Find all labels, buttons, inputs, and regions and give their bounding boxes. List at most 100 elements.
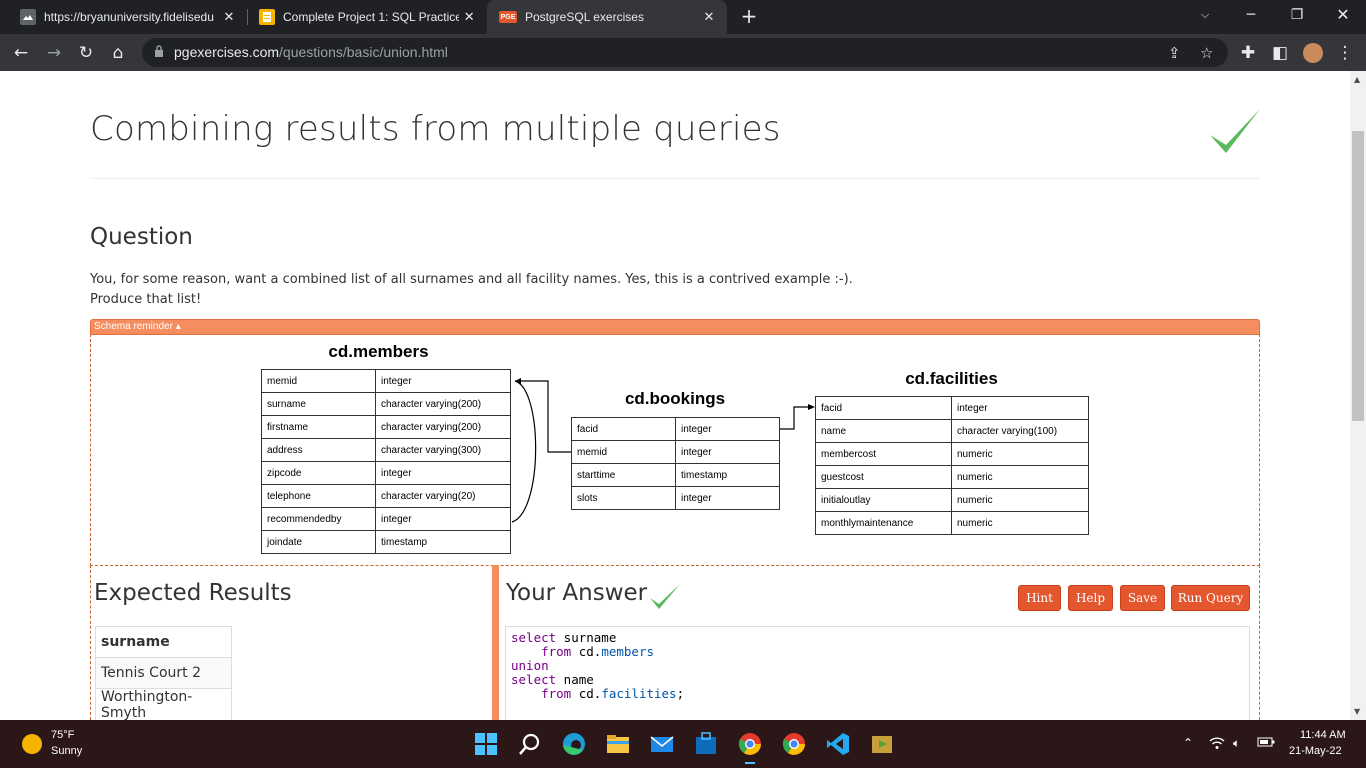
file-explorer-icon[interactable] <box>605 731 631 757</box>
chrome-icon[interactable] <box>781 731 807 757</box>
tab-title: https://bryanuniversity.fidelisedu <box>44 10 214 24</box>
vscode-icon[interactable] <box>825 731 851 757</box>
back-icon[interactable]: ← <box>8 40 34 66</box>
hint-button[interactable]: Hint <box>1018 585 1061 611</box>
code-token: facilities <box>601 686 677 701</box>
document-icon <box>259 9 275 25</box>
panel-resizer[interactable] <box>492 565 499 720</box>
relationship-lines <box>511 378 815 523</box>
code-line[interactable]: from cd.members <box>511 645 1249 659</box>
recommendedby-link <box>511 380 537 523</box>
check-icon <box>650 584 680 609</box>
sun-icon[interactable] <box>22 734 42 754</box>
help-button[interactable]: Help <box>1068 585 1113 611</box>
active-app-indicator <box>745 762 755 764</box>
reload-icon[interactable]: ↻ <box>73 40 99 66</box>
tab-search-icon[interactable]: ⌵ <box>1182 0 1228 30</box>
schema-reminder-toggle[interactable]: Schema reminder ▴ <box>90 319 1260 335</box>
taskbar <box>0 720 1366 768</box>
table-row: Worthington-Smyth <box>95 688 232 720</box>
question-text: You, for some reason, want a combined li… <box>90 270 853 310</box>
home-icon[interactable]: ⌂ <box>105 40 131 66</box>
page-viewport: Combining results from multiple queries … <box>0 71 1350 720</box>
tab-postgresql-exercises[interactable]: PGE PostgreSQL exercises ✕ <box>487 0 727 34</box>
code-token: cd. <box>571 686 602 701</box>
clock-date[interactable]: 21-May-22 <box>1289 745 1342 757</box>
code-line[interactable]: select surname <box>511 631 1249 645</box>
sql-editor[interactable]: select surname from cd.members union selec… <box>505 626 1250 720</box>
side-panel-icon[interactable]: ◧ <box>1267 40 1293 66</box>
restore-button[interactable]: ❐ <box>1274 0 1320 30</box>
chevron-up-icon[interactable]: ⌃ <box>1183 736 1193 750</box>
column-header: surname <box>95 626 232 658</box>
code-token: name <box>556 672 594 687</box>
expected-results-heading: Expected Results <box>94 580 292 606</box>
edge-icon[interactable] <box>561 731 587 757</box>
browser-toolbar: ← → ↻ ⌂ pgexercises.com/questions/basic/… <box>0 34 1366 71</box>
app-icon[interactable] <box>869 731 895 757</box>
clock-time[interactable]: 11:44 AM <box>1300 729 1346 741</box>
lock-icon[interactable] <box>154 45 164 57</box>
tab-bryanuniversity[interactable]: https://bryanuniversity.fidelisedu ✕ <box>0 0 247 34</box>
window-close-button[interactable]: ✕ <box>1320 0 1366 30</box>
code-token: surname <box>556 630 617 645</box>
search-icon[interactable] <box>517 731 543 757</box>
table-row: Tennis Court 2 <box>95 657 232 689</box>
table-cell: Worthington-Smyth <box>95 688 232 720</box>
minimize-button[interactable]: ─ <box>1228 0 1274 30</box>
extensions-icon[interactable]: ✚ <box>1235 40 1261 66</box>
wifi-icon[interactable] <box>1209 736 1225 753</box>
your-answer-heading: Your Answer <box>506 580 648 606</box>
tab-title: Complete Project 1: SQL Practice <box>283 10 460 24</box>
battery-icon[interactable] <box>1257 736 1275 751</box>
address-bar[interactable]: pgexercises.com/questions/basic/union.ht… <box>142 38 1228 67</box>
code-token: union <box>511 658 549 673</box>
close-icon[interactable]: ✕ <box>219 9 239 25</box>
run-query-button[interactable]: Run Query <box>1171 585 1250 611</box>
schema-diagram: cd.members memid integer surname character … <box>90 334 1260 566</box>
cloud-icon <box>20 9 36 25</box>
profile-avatar[interactable] <box>1300 40 1326 66</box>
weather-temperature[interactable]: 75°F <box>51 729 74 741</box>
weather-condition[interactable]: Sunny <box>51 745 82 757</box>
code-token: select <box>511 630 557 645</box>
start-icon[interactable] <box>473 731 499 757</box>
table-cell: Tennis Court 2 <box>95 657 232 689</box>
scroll-up-icon[interactable]: ▲ <box>1354 75 1360 84</box>
panel-border <box>1259 565 1260 720</box>
new-tab-button[interactable]: + <box>738 5 760 27</box>
save-button[interactable]: Save <box>1120 585 1165 611</box>
url-text[interactable]: pgexercises.com/questions/basic/union.ht… <box>174 44 448 60</box>
code-token: from <box>541 644 572 659</box>
forward-icon[interactable]: → <box>41 40 67 66</box>
question-line: You, for some reason, want a combined li… <box>90 272 853 287</box>
close-icon[interactable]: ✕ <box>459 9 479 25</box>
tab-sql-practice[interactable]: Complete Project 1: SQL Practice ✕ <box>239 0 487 34</box>
page-title: Combining results from multiple queries <box>90 109 781 149</box>
menu-icon[interactable]: ⋮ <box>1332 40 1358 66</box>
code-line[interactable]: from cd.facilities; <box>511 687 1249 701</box>
divider <box>90 178 1260 179</box>
share-icon[interactable]: ⇪ <box>1168 44 1181 62</box>
url-path: /questions/basic/union.html <box>279 44 448 60</box>
code-token: select <box>511 672 557 687</box>
page-scrollbar[interactable]: ▲ ▼ <box>1350 71 1366 720</box>
chrome-profile-icon[interactable] <box>737 731 763 757</box>
bookmark-star-icon[interactable]: ☆ <box>1200 44 1213 62</box>
check-icon <box>1210 109 1260 153</box>
mail-icon[interactable] <box>649 731 675 757</box>
store-icon[interactable] <box>693 731 719 757</box>
volume-icon[interactable]: 🔈︎ <box>1233 736 1240 751</box>
scrollbar-thumb[interactable] <box>1352 131 1364 421</box>
bookings-facid-link <box>780 406 811 430</box>
expected-results-table: surname Tennis Court 2 Worthington-Smyth <box>95 626 232 720</box>
close-icon[interactable]: ✕ <box>699 9 719 25</box>
code-line[interactable]: union <box>511 659 1249 673</box>
scroll-down-icon[interactable]: ▼ <box>1354 707 1360 716</box>
pge-icon: PGE <box>499 11 517 23</box>
code-line[interactable]: select name <box>511 673 1249 687</box>
code-token: cd. <box>571 644 602 659</box>
bookings-memid-link <box>515 380 571 453</box>
